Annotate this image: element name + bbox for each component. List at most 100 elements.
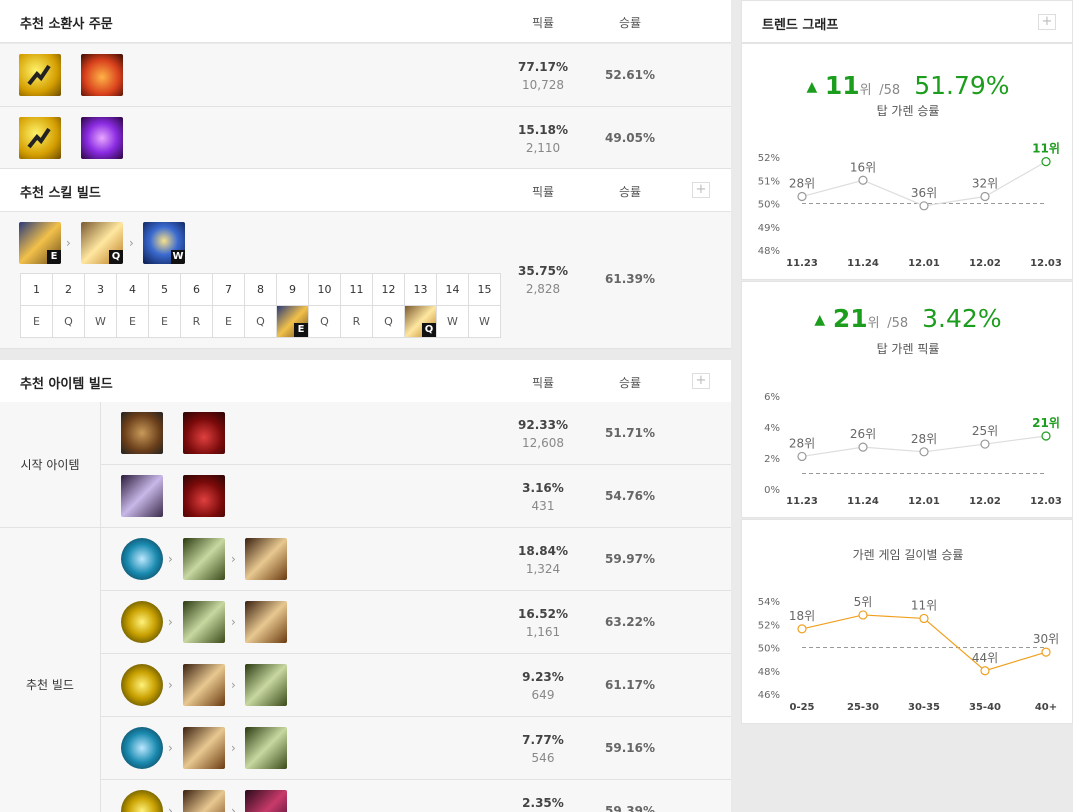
skill-w-icon: W [143,222,185,264]
armor-item-icon [183,790,225,812]
data-label: 26위 [850,427,876,441]
data-label: 28위 [789,177,815,191]
item-build-row[interactable]: 92.33% 12,608 51.71% [101,402,731,465]
skill-level-cell: 15 [468,273,501,306]
data-label: 25위 [972,424,998,438]
chevron-right-icon: › [168,615,173,629]
skill-key-cell: E [116,305,149,338]
rank-up-icon: ▲ [806,79,818,95]
skill-key-cell: W [436,305,469,338]
skill-level-cell: 1 [20,273,53,306]
x-tick-label: 12.02 [969,258,1001,269]
skill-order-table: 1 2 3 4 5 6 7 8 9 10 11 12 13 14 15 E Q W E E R E Q E Q R Q Q W W [20,273,501,338]
chevron-right-icon: › [231,615,236,629]
x-tick-label: 12.03 [1030,496,1062,507]
pick-rate: 92.33% 12,608 [518,418,568,450]
x-tick-label: 0-25 [789,702,814,713]
pick-rate: 16.52% 1,161 [518,607,568,639]
pick-rate: 9.23% 649 [522,670,564,702]
item-build-row[interactable]: › › 9.23% 649 61.17% [101,654,731,717]
win-rate-label: 탑 가렌 승률 [876,104,940,118]
spells-win-header: 승률 [618,16,642,30]
skill-level-cell: 6 [180,273,213,306]
pick-rate-trend-card: ▲ 21위 /58 3.42% 탑 가렌 픽률 6% 4% 2% 0% 28위 11.23 2… [741,281,1073,518]
data-point [1041,647,1051,657]
data-point [980,439,990,449]
win-rate-chart: 52% 51% 50% 49% 48% 28위 11.23 16위 11.24 36위 12.01 3… [758,142,1062,269]
trend-panel: 트렌드 그래프 + ▲ 11위 /58 51.79% 탑 가렌 승률 52% 51%… [741,0,1073,812]
start-items-label: 시작 아이템 [0,402,101,528]
item-build-row[interactable]: › › 16.52% 1,161 63.22% [101,591,731,654]
teleport-spell-icon [81,117,123,159]
expand-skills-button[interactable]: + [692,182,710,198]
data-label: 36위 [911,186,937,200]
armor-item-icon [245,538,287,580]
y-tick-label: 0% [764,485,780,496]
left-panel: 추천 소환사 주문 픽률 승률 77.17% 10,728 52.61% 15.1… [0,0,731,812]
item-build-row[interactable]: 3.16% 431 54.76% [101,465,731,528]
skill-key-cell: Q [52,305,85,338]
skill-build-row: E › Q › W 1 2 3 4 5 6 7 8 9 10 11 12 13 14 15 E Q W E E R E Q E… [0,212,731,349]
chevron-right-icon: › [231,804,236,812]
skill-level-cell: 4 [116,273,149,306]
win-rate: 59.39% [605,804,655,812]
y-tick-label: 2% [764,454,780,465]
y-tick-label: 50% [758,200,780,211]
chevron-right-icon: › [129,236,134,250]
sword-item-icon [121,475,163,517]
armor-item-icon [183,727,225,769]
win-rate: 63.22% [605,615,655,629]
skill-level-cell: 2 [52,273,85,306]
skill-key-cell: Q [244,305,277,338]
skill-level-cell: 7 [212,273,245,306]
item-build-row[interactable]: › › 7.77% 546 59.16% [101,717,731,780]
skill-key-cell: W [84,305,117,338]
boots-item-icon [121,601,163,643]
chevron-right-icon: › [168,804,173,812]
x-tick-label: 11.23 [786,258,818,269]
data-label: 11위 [911,598,937,612]
y-tick-label: 52% [758,153,780,164]
win-rate: 59.97% [605,552,655,566]
y-tick-label: 48% [758,667,780,678]
win-rank: ▲ 11위 /58 51.79% [806,71,1010,100]
game-length-chart: 54% 52% 50% 48% 46% 18위 0-25 5위 25-30 11위 30-35 44위… [758,595,1059,713]
x-tick-label: 40+ [1035,702,1057,713]
spear-item-icon [183,601,225,643]
spell-row[interactable]: 77.17% 10,728 52.61% [0,44,731,107]
spear-item-icon [245,664,287,706]
trend-title: 트렌드 그래프 [762,18,839,33]
shield-item-icon [121,412,163,454]
skill-key-cell: R [180,305,213,338]
item-build-row[interactable]: › › 18.84% 1,324 59.97% [101,528,731,591]
expand-trend-button[interactable]: + [1038,14,1056,30]
expand-items-button[interactable]: + [692,373,710,389]
skill-key-cell: E [212,305,245,338]
spell-row[interactable]: 15.18% 2,110 49.05% [0,107,731,169]
win-rate: 61.39% [605,272,655,286]
data-point [858,175,868,185]
items-win-header: 승률 [618,376,642,390]
data-label: 28위 [911,432,937,446]
y-tick-label: 4% [764,423,780,434]
chevron-right-icon: › [66,236,71,250]
chevron-right-icon: › [168,678,173,692]
boots-item-icon [121,538,163,580]
skill-key-cell: Q [404,305,437,338]
item-build-row[interactable]: › › 2.35% 59.39% [101,780,731,812]
armor-item-icon [245,601,287,643]
y-tick-label: 54% [758,597,780,608]
spear-item-icon [183,538,225,580]
pick-rate: 7.77% 546 [522,733,564,765]
boots-item-icon [121,790,163,812]
pick-rate: 2.35% [522,796,564,810]
x-tick-label: 12.01 [908,496,940,507]
skill-key-cell: W [468,305,501,338]
skill-key-cell: Q [308,305,341,338]
skill-q-icon: Q [81,222,123,264]
ghost-spell-icon [19,54,61,96]
skill-key-cell: Q [372,305,405,338]
data-point [858,610,868,620]
y-tick-label: 50% [758,644,780,655]
data-label: 30위 [1033,632,1059,646]
